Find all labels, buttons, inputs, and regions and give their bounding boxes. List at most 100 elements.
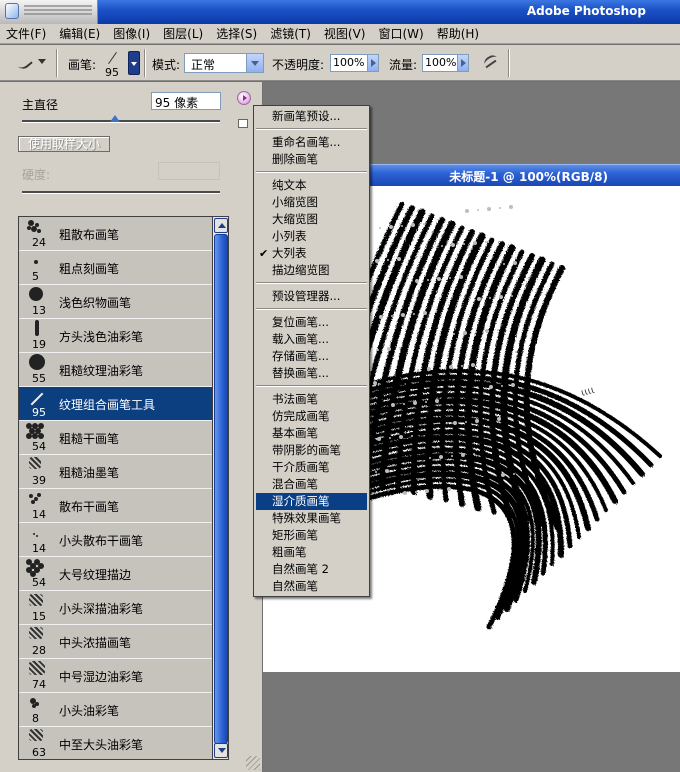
menu-item[interactable]: 纯文本: [256, 177, 367, 194]
brush-size-label: 63: [32, 746, 46, 759]
brush-tip-mark: [29, 494, 33, 498]
menu-layer[interactable]: 图层(L): [163, 25, 203, 42]
brush-list-item[interactable]: 5 粗点刻画笔: [19, 251, 213, 285]
scroll-thumb[interactable]: [214, 234, 228, 744]
flow-slider-button[interactable]: [457, 54, 469, 72]
resize-grip-icon[interactable]: [246, 756, 260, 770]
opacity-slider-button[interactable]: [367, 54, 379, 72]
opacity-input[interactable]: 100%: [330, 54, 368, 72]
brush-picker-button[interactable]: [128, 51, 140, 75]
brush-list-item[interactable]: 54 大号纹理描边: [19, 557, 213, 591]
menu-item-label: 载入画笔...: [272, 332, 329, 346]
scroll-up-button[interactable]: [214, 218, 228, 233]
menu-item[interactable]: 小缩览图: [256, 194, 367, 211]
toolbar-divider: [56, 49, 58, 77]
menu-item-label: 大缩览图: [272, 212, 318, 226]
app-icon[interactable]: [0, 0, 98, 24]
menu-item[interactable]: ✔ 大列表: [256, 245, 367, 262]
flow-input[interactable]: 100%: [422, 54, 458, 72]
brush-tip-mark: [36, 535, 38, 537]
slider-thumb[interactable]: [110, 115, 121, 122]
menu-image[interactable]: 图像(I): [113, 25, 150, 42]
brush-list-item[interactable]: 54 粗糙干画笔: [19, 421, 213, 455]
menu-item[interactable]: 重命名画笔...: [256, 134, 367, 151]
menu-item[interactable]: 复位画笔...: [256, 314, 367, 331]
brush-preview[interactable]: 95: [104, 51, 126, 79]
menu-filter[interactable]: 滤镜(T): [270, 25, 311, 42]
menu-item[interactable]: 书法画笔: [256, 391, 367, 408]
mode-select[interactable]: 正常: [184, 53, 264, 73]
menu-item[interactable]: 矩形画笔: [256, 527, 367, 544]
brush-list-item[interactable]: 95 纹理组合画笔工具: [19, 387, 213, 421]
small-options-button[interactable]: [238, 119, 248, 128]
flow-label: 流量:: [389, 58, 418, 72]
menu-item[interactable]: 新画笔预设...: [256, 108, 367, 125]
menu-item[interactable]: 基本画笔: [256, 425, 367, 442]
brush-name-label: 纹理组合画笔工具: [59, 398, 156, 412]
menu-item[interactable]: 干介质画笔: [256, 459, 367, 476]
svg-text:ιιιι: ιιιι: [580, 385, 597, 399]
brush-list-item[interactable]: 13 浅色织物画笔: [19, 285, 213, 319]
brush-size-label: 24: [32, 236, 46, 249]
menu-window[interactable]: 窗口(W): [378, 25, 423, 42]
menu-item[interactable]: 大缩览图: [256, 211, 367, 228]
brush-tip-mark: [29, 354, 45, 370]
menu-item[interactable]: 混合画笔: [256, 476, 367, 493]
menu-item[interactable]: 自然画笔: [256, 578, 367, 595]
master-diameter-slider[interactable]: [22, 120, 220, 123]
menu-help[interactable]: 帮助(H): [437, 25, 479, 42]
menu-item-label: 大列表: [272, 246, 307, 260]
brush-list-item[interactable]: 15 小头深描油彩笔: [19, 591, 213, 625]
menu-item-label: 新画笔预设...: [272, 109, 341, 123]
menu-item-label: 自然画笔 2: [272, 562, 329, 576]
menu-item[interactable]: 描边缩览图: [256, 262, 367, 279]
brush-list-item[interactable]: 74 中号湿边油彩笔: [19, 659, 213, 693]
brush-name-label: 浅色织物画笔: [59, 296, 132, 310]
menu-item-label: 纯文本: [272, 178, 307, 192]
brush-list-item[interactable]: 63 中至大头油彩笔: [19, 727, 213, 759]
menu-item[interactable]: 替换画笔...: [256, 365, 367, 382]
brush-list-item[interactable]: 55 粗糙纹理油彩笔: [19, 353, 213, 387]
panel-menu-button[interactable]: [237, 91, 251, 105]
brush-list-scrollbar[interactable]: [212, 216, 229, 760]
menu-item[interactable]: 自然画笔 2: [256, 561, 367, 578]
menu-select[interactable]: 选择(S): [216, 25, 257, 42]
hardness-label: 硬度:: [22, 168, 51, 182]
tool-preset-picker[interactable]: [12, 52, 48, 73]
menu-item[interactable]: 粗画笔: [256, 544, 367, 561]
menu-item[interactable]: 带阴影的画笔: [256, 442, 367, 459]
brush-size-label: 13: [32, 304, 46, 317]
brush-list: 24 粗散布画笔 5 粗点刻画笔 13 浅色织物画笔 19 方头浅色油彩笔 55 粗糙纹理油彩笔 9…: [18, 216, 229, 760]
menu-item-label: 复位画笔...: [272, 315, 329, 329]
menu-item[interactable]: 湿介质画笔: [256, 493, 367, 510]
brush-list-item[interactable]: 28 中头浓描画笔: [19, 625, 213, 659]
brush-name-label: 小头散布干画笔: [59, 534, 144, 548]
menu-edit[interactable]: 编辑(E): [59, 25, 100, 42]
menu-item[interactable]: 仿完成画笔: [256, 408, 367, 425]
brush-list-item[interactable]: 8 小头油彩笔: [19, 693, 213, 727]
menu-file[interactable]: 文件(F): [6, 25, 46, 42]
menu-item[interactable]: 删除画笔: [256, 151, 367, 168]
brush-list-item[interactable]: 24 粗散布画笔: [19, 217, 213, 251]
brush-tip-mark: [31, 500, 35, 504]
scroll-down-button[interactable]: [214, 743, 228, 758]
brush-list-item[interactable]: 14 小头散布干画笔: [19, 523, 213, 557]
menu-item[interactable]: 载入画笔...: [256, 331, 367, 348]
mode-value: 正常: [191, 58, 216, 72]
menu-item[interactable]: 特殊效果画笔: [256, 510, 367, 527]
brush-list-item[interactable]: 19 方头浅色油彩笔: [19, 319, 213, 353]
menu-item-label: 矩形画笔: [272, 528, 318, 542]
menu-item[interactable]: 小列表: [256, 228, 367, 245]
brush-list-item[interactable]: 14 散布干画笔: [19, 489, 213, 523]
brush-name-label: 大号纹理描边: [59, 568, 132, 582]
menu-view[interactable]: 视图(V): [324, 25, 366, 42]
mode-dropdown-button[interactable]: [246, 54, 263, 72]
master-diameter-input[interactable]: 95 像素: [151, 92, 221, 110]
brush-tip-mark: [37, 229, 41, 233]
menu-item[interactable]: 预设管理器...: [256, 288, 367, 305]
flow-value: 100%: [425, 56, 457, 69]
use-sample-size-button[interactable]: 使用取样大小: [18, 136, 110, 152]
brush-list-item[interactable]: 39 粗糙油墨笔: [19, 455, 213, 489]
menu-item[interactable]: 存储画笔...: [256, 348, 367, 365]
airbrush-toggle[interactable]: [478, 52, 504, 74]
